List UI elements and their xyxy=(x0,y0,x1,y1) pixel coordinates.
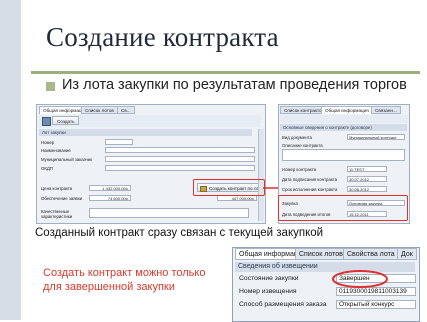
name-field[interactable] xyxy=(105,147,255,153)
create-button[interactable]: Создать xyxy=(52,116,80,125)
bullet-text: Из лота закупки по результатам проведени… xyxy=(62,77,407,93)
slide-title: Создание контракта xyxy=(46,22,279,52)
quality-field[interactable] xyxy=(89,208,249,218)
caption-linked: Созданный контракт сразу связан с текуще… xyxy=(35,227,324,239)
highlight-create-contract xyxy=(193,179,265,196)
scrollbar[interactable] xyxy=(258,129,264,221)
lot-window: Общая информация Список лотов Св... Созд… xyxy=(36,104,266,224)
tab-related[interactable]: Связанн... xyxy=(371,106,401,114)
tab-lot-properties[interactable]: Свойства лота xyxy=(343,248,399,260)
field-label-customer: Муниципальный заказчик xyxy=(41,157,92,162)
method-field[interactable]: Открытый конкурс xyxy=(336,300,416,309)
lot-section-header: Лот закупки xyxy=(39,129,252,136)
row-label-notice-number: Номер извещения xyxy=(239,288,297,295)
caption-note: Создать контракт можно только для заверш… xyxy=(43,267,206,293)
field-label-doc-type: Вид документа xyxy=(282,135,312,140)
tab-contract-general[interactable]: Общая информация xyxy=(321,106,373,114)
security-field[interactable]: 74 600,00р. xyxy=(89,195,131,201)
toolbar: Создать xyxy=(39,115,261,127)
field-label-number: Номер xyxy=(41,140,55,145)
tab-notice-lots[interactable]: Список лотов xyxy=(295,248,347,260)
field-label-price: Цена контракта xyxy=(41,186,73,191)
row-label-method: Способ размещения заказа xyxy=(239,301,327,308)
notice-panel: Общая информация Список лотов Свойства л… xyxy=(232,247,420,322)
save-close-icon[interactable] xyxy=(42,117,51,126)
field-label-sign-date: Дата подписания контракта xyxy=(282,177,338,182)
title-divider xyxy=(31,71,420,74)
tab-docs[interactable]: Док xyxy=(397,248,417,260)
price-field[interactable]: 1 432 000,00р. xyxy=(89,185,131,191)
description-field[interactable] xyxy=(282,149,405,161)
number-field[interactable] xyxy=(105,139,133,145)
row-label-status: Состояние закупки xyxy=(239,275,299,282)
tab-properties[interactable]: Св... xyxy=(117,106,135,114)
highlight-status xyxy=(332,270,388,288)
field-label-okdp: ОКДП xyxy=(41,166,53,171)
okdp-field[interactable] xyxy=(105,165,255,171)
slide-accent-bar xyxy=(0,0,21,320)
contract-section-header: Основные сведения о контракте (договоре) xyxy=(280,124,407,131)
contract-number-field[interactable]: 11 TEST xyxy=(347,166,387,172)
customer-field[interactable] xyxy=(105,156,255,162)
field-label-description: Описание контракта xyxy=(282,143,323,148)
field-label-quality: Качественные характеристики xyxy=(41,209,73,219)
field-label-security: Обеспечение заявки xyxy=(41,196,83,201)
doc-type-field[interactable]: Муниципальный контракт xyxy=(347,134,405,140)
tab-lot-list[interactable]: Список лотов xyxy=(81,106,118,114)
field-label-exec-date: Срок исполнения контракта xyxy=(282,187,338,192)
field-label-name: Наименование xyxy=(41,148,71,153)
exec-date-field[interactable]: 30.08.2012 xyxy=(347,186,387,192)
field-label-contract-number: Номер контракта xyxy=(282,167,317,172)
contract-toolbar xyxy=(280,115,408,123)
sign-date-field[interactable]: 30.07.2012 xyxy=(347,176,387,182)
bullet-marker xyxy=(46,82,55,91)
highlight-purchase xyxy=(278,195,408,221)
